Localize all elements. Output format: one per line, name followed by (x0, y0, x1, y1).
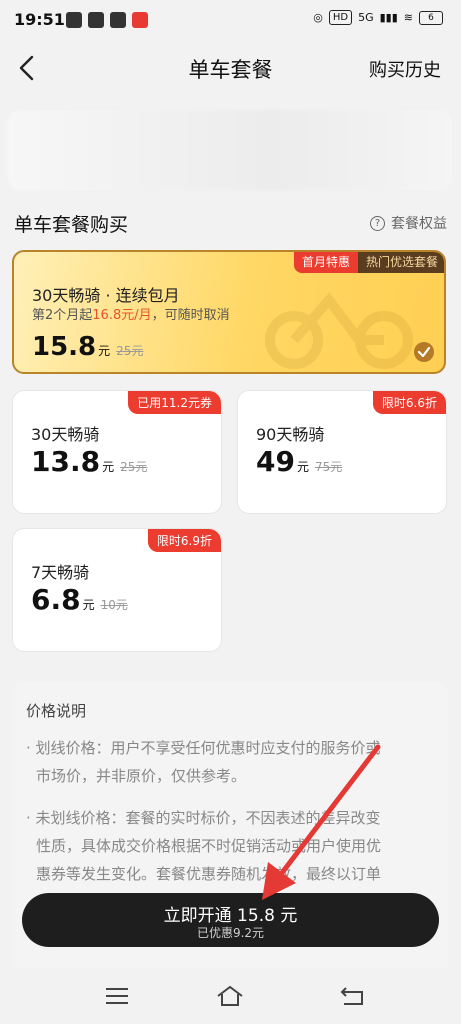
original-price: 25元 (120, 460, 148, 474)
plan-name: 30天畅骑 · 连续包月 (32, 286, 180, 305)
price-explanation-title: 价格说明 (26, 702, 87, 720)
original-price: 75元 (314, 460, 343, 474)
menu-icon (106, 988, 128, 1004)
bike-watermark-icon (265, 292, 413, 369)
status-time: 19:51 (14, 10, 65, 29)
wifi-icon: ≋ (403, 11, 413, 24)
signal-icon: ▮▮▮ (379, 11, 398, 24)
note-line: 性质，具体成交价格根据不时促销活动或用户使用优 (36, 837, 382, 855)
original-price: 10元 (100, 598, 128, 612)
plan-card-monthly-subscription[interactable]: 首月特惠 热门优选套餐 30天畅骑 · 连续包月 第2个月起16.8元/月，可随… (12, 250, 446, 374)
section-title: 单车套餐购买 (14, 214, 129, 236)
price-unit: 元 (98, 344, 111, 358)
menu-button[interactable] (103, 984, 131, 1008)
mail-icon (88, 12, 104, 28)
return-icon (340, 987, 363, 1005)
plan-subtitle: 第2个月起16.8元/月，可随时取消 (32, 304, 230, 323)
battery-icon: 6 (419, 10, 443, 25)
header: 单车套餐 购买历史 (0, 40, 461, 96)
package-rights-link[interactable]: ? 套餐权益 (370, 213, 447, 233)
status-bar: 19:51 ◎ HD 5G ▮▮▮ ≋ 6 (0, 0, 461, 40)
network-label: 5G (358, 11, 374, 24)
selected-check-icon (414, 342, 434, 362)
price-value: 6.8 (31, 583, 81, 616)
subtitle-highlight: 16.8元/月 (92, 308, 152, 323)
first-month-tag: 首月特惠 (293, 252, 358, 273)
buy-now-button[interactable]: 立即开通 15.8 元 已优惠9.2元 (22, 893, 439, 947)
buy-now-label: 立即开通 15.8 元 (163, 906, 298, 926)
note-line: · 划线价格：用户不享受任何优惠时应支付的服务价或 (26, 739, 381, 757)
tag-row: 首月特惠 热门优选套餐 (293, 252, 444, 273)
price-value: 13.8 (31, 445, 101, 478)
note-line: 市场价，并非原价，仅供参考。 (36, 767, 247, 785)
price-unit: 元 (102, 460, 115, 474)
cloud-icon (66, 12, 82, 28)
plan-name: 90天畅骑 (256, 425, 325, 444)
system-nav-bar (0, 968, 461, 1024)
plan-price: 13.8 元 25元 (31, 445, 147, 478)
home-icon (217, 985, 243, 1006)
chat-icon (110, 12, 126, 28)
home-button[interactable] (216, 984, 244, 1008)
location-icon: ◎ (313, 11, 323, 24)
plan-name: 7天畅骑 (31, 563, 90, 582)
price-unit: 元 (296, 460, 309, 474)
original-price: 25元 (116, 344, 144, 358)
purchase-history-link[interactable]: 购买历史 (369, 56, 441, 82)
plan-name: 30天畅骑 (31, 425, 100, 444)
hot-package-tag: 热门优选套餐 (357, 252, 444, 273)
price-unit: 元 (82, 598, 95, 612)
discount-tag: 限时6.9折 (147, 529, 221, 552)
subtitle-suffix: ，可随时取消 (151, 308, 230, 323)
discount-amount-label: 已优惠9.2元 (196, 926, 265, 940)
notification-icons (66, 12, 148, 28)
plan-card-7-days[interactable]: 限时6.9折 7天畅骑 6.8 元 10元 (12, 528, 222, 652)
plan-card-90-days[interactable]: 限时6.6折 90天畅骑 49 元 75元 (237, 390, 447, 514)
package-rights-label: 套餐权益 (391, 216, 447, 232)
plan-card-30-days[interactable]: 已用11.2元券 30天畅骑 13.8 元 25元 (12, 390, 222, 514)
note-line: 惠券等发生变化。套餐优惠券随机发放，最终以订单 (36, 865, 382, 883)
price-value: 49 (256, 445, 295, 478)
plan-price: 15.8 元 25元 (32, 332, 143, 362)
plan-price: 49 元 75元 (256, 445, 342, 478)
back-system-button[interactable] (338, 984, 366, 1008)
blurred-banner (8, 110, 452, 190)
subtitle-prefix: 第2个月起 (32, 308, 93, 323)
discount-tag: 限时6.6折 (372, 391, 446, 414)
note-line: · 未划线价格：套餐的实时标价，不因表述的差异改变 (26, 809, 381, 827)
app-notification-icon (132, 12, 148, 28)
coupon-tag: 已用11.2元券 (128, 391, 221, 414)
hd-badge: HD (328, 10, 353, 25)
question-icon: ? (370, 215, 385, 231)
plan-price: 6.8 元 10元 (31, 583, 128, 616)
status-right: ◎ HD 5G ▮▮▮ ≋ 6 (313, 10, 443, 25)
price-value: 15.8 (32, 332, 97, 362)
